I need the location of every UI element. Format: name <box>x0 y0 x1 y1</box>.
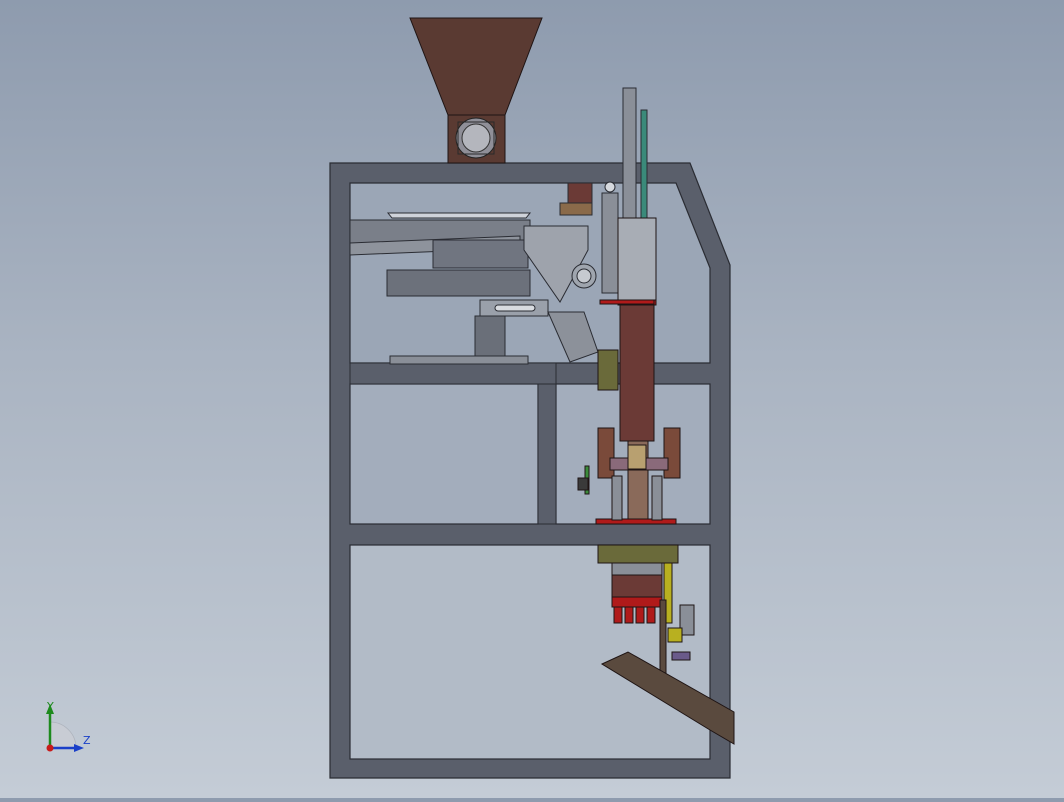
cad-viewport[interactable]: Y Z <box>0 0 1064 798</box>
machine-model <box>46 17 735 779</box>
hopper <box>409 17 543 164</box>
triad-y-label: Y <box>47 700 54 713</box>
triad-z-label: Z <box>83 734 91 747</box>
